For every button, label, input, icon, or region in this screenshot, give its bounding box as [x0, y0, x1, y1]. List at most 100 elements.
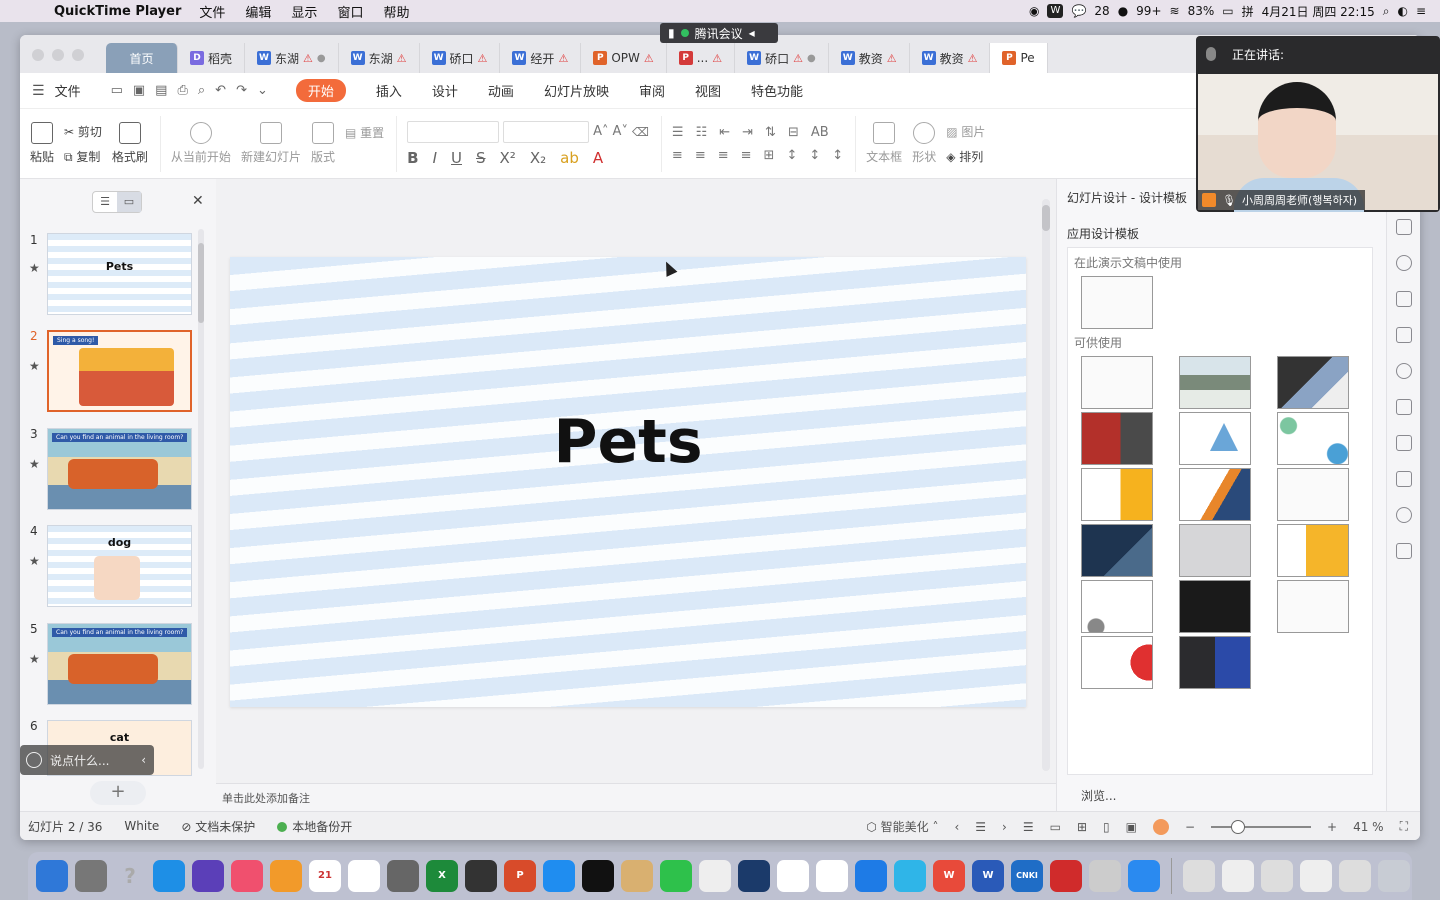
- clear-format-icon[interactable]: ⌫: [632, 125, 649, 139]
- zoom-window-button[interactable]: [72, 49, 84, 61]
- books-icon[interactable]: [270, 860, 302, 892]
- open-folder-icon[interactable]: ▭: [111, 83, 123, 98]
- tab-document[interactable]: P... ⚠: [667, 43, 736, 73]
- template-thumbnail[interactable]: [1081, 356, 1153, 409]
- recent-document-icon[interactable]: [1183, 860, 1215, 892]
- template-thumbnail[interactable]: [1179, 412, 1251, 465]
- thumbnail-scrollbar[interactable]: [198, 229, 204, 769]
- app-name-menu[interactable]: QuickTime Player: [54, 4, 181, 19]
- zoom-in-icon[interactable]: +: [1327, 820, 1337, 834]
- calendar-icon[interactable]: 21: [309, 860, 341, 892]
- current-template-thumbnail[interactable]: [1081, 276, 1153, 329]
- mail-icon[interactable]: [855, 860, 887, 892]
- chat-input-pill[interactable]: 说点什么... ‹: [20, 745, 154, 775]
- tab-slideshow[interactable]: 幻灯片放映: [544, 81, 609, 100]
- backup-status[interactable]: 本地备份开: [277, 818, 352, 835]
- tab-animation[interactable]: 动画: [488, 81, 514, 100]
- slide-view-icon[interactable]: ▭: [117, 192, 141, 212]
- fit-window-icon[interactable]: ⛶: [1400, 819, 1408, 834]
- file-menu[interactable]: 文件: [55, 81, 81, 100]
- history-icon[interactable]: [1396, 507, 1412, 523]
- scrollbar-thumb[interactable]: [198, 243, 204, 323]
- recent-document-icon[interactable]: [1222, 860, 1254, 892]
- textbox-button[interactable]: 文本框: [866, 122, 902, 165]
- copy-format-icon[interactable]: [1396, 399, 1412, 415]
- template-thumbnail[interactable]: [1277, 580, 1349, 633]
- italic-icon[interactable]: I: [433, 149, 437, 167]
- template-thumbnail[interactable]: [1179, 636, 1251, 689]
- close-panel-icon[interactable]: ✕: [192, 193, 204, 209]
- slide-thumbnail-selected[interactable]: Sing a song!: [47, 330, 192, 412]
- contact-photo-icon[interactable]: [1089, 860, 1121, 892]
- customize-chevron-icon[interactable]: ⌄: [257, 83, 268, 98]
- tab-document[interactable]: P OPW ⚠: [581, 43, 667, 73]
- recent-document-icon[interactable]: [1300, 860, 1332, 892]
- layout-button[interactable]: 版式: [311, 122, 335, 165]
- tab-home[interactable]: 首页: [106, 43, 178, 73]
- new-slide-button[interactable]: 新建幻灯片: [241, 122, 301, 165]
- control-center-icon[interactable]: ≡: [1416, 4, 1426, 18]
- hamburger-menu-icon[interactable]: ☰: [32, 83, 45, 99]
- zoom-level[interactable]: 41 %: [1353, 820, 1384, 834]
- music-icon[interactable]: [231, 860, 263, 892]
- minimize-window-button[interactable]: [52, 49, 64, 61]
- font-size-select[interactable]: [503, 120, 590, 143]
- bullets-icon[interactable]: ☰: [672, 125, 684, 140]
- presenter-view-icon[interactable]: ▣: [1126, 820, 1137, 834]
- play-slideshow-icon[interactable]: [1152, 818, 1169, 835]
- comment-icon[interactable]: [1396, 219, 1412, 235]
- template-thumbnail[interactable]: [1179, 524, 1251, 577]
- menu-help[interactable]: 帮助: [383, 2, 409, 21]
- unknown-app-icon[interactable]: ?: [114, 860, 146, 892]
- adjust-icon[interactable]: [1396, 471, 1412, 487]
- cut-button[interactable]: ✂ 剪切: [64, 123, 102, 140]
- archive-utility-icon[interactable]: [621, 860, 653, 892]
- template-thumbnail[interactable]: [1277, 412, 1349, 465]
- app-store-icon[interactable]: [543, 860, 575, 892]
- increase-font-icon[interactable]: A˄: [593, 124, 608, 139]
- battery-icon[interactable]: ▭: [1222, 4, 1233, 18]
- wps-status-icon[interactable]: W: [1047, 4, 1064, 18]
- picture-button[interactable]: ▨ 图片: [946, 123, 985, 140]
- close-window-button[interactable]: [32, 49, 44, 61]
- powerpoint-icon[interactable]: P: [504, 860, 536, 892]
- style-icon[interactable]: [1396, 291, 1412, 307]
- subscript-icon[interactable]: X₂: [530, 149, 546, 167]
- slide-list-icon[interactable]: ☰: [975, 820, 986, 834]
- template-thumbnail[interactable]: [1277, 468, 1349, 521]
- wps-icon[interactable]: W: [933, 860, 965, 892]
- shape-button[interactable]: 形状: [912, 122, 936, 165]
- slide-title[interactable]: Pets: [230, 407, 1026, 477]
- print-preview-icon[interactable]: ⌕: [198, 83, 205, 98]
- collapse-chevron-icon[interactable]: ‹: [141, 753, 146, 767]
- line-spacing-icon[interactable]: ↕: [786, 148, 797, 163]
- meeting-status-badge[interactable]: ▮ 腾讯会议 ◂: [660, 23, 778, 43]
- image-icon[interactable]: [1396, 543, 1412, 559]
- template-thumbnail[interactable]: [1081, 468, 1153, 521]
- edit-icon[interactable]: [1396, 327, 1412, 343]
- chrome-icon[interactable]: [777, 860, 809, 892]
- template-thumbnail[interactable]: [1081, 636, 1153, 689]
- qq-icon[interactable]: [894, 860, 926, 892]
- spacing-menu-icon[interactable]: ↕: [832, 148, 843, 163]
- theme-name[interactable]: White: [124, 819, 159, 833]
- tab-review[interactable]: 审阅: [639, 81, 665, 100]
- tab-document[interactable]: W 硚口 ⚠: [420, 43, 501, 73]
- tab-document[interactable]: W 硚口 ⚠ ●: [735, 43, 829, 73]
- arrange-button[interactable]: ◈ 排列: [946, 148, 985, 165]
- current-slide[interactable]: Pets: [230, 257, 1026, 707]
- quicktime-player-icon[interactable]: [738, 860, 770, 892]
- distribute-icon[interactable]: ⊞: [764, 148, 775, 163]
- clock[interactable]: 4月21日 周四 22:15: [1262, 3, 1375, 20]
- next-slide-icon[interactable]: ›: [1002, 820, 1007, 834]
- add-slide-button[interactable]: +: [90, 781, 146, 805]
- zoom-out-icon[interactable]: −: [1185, 820, 1195, 834]
- play-from-current-button[interactable]: 从当前开始: [171, 122, 231, 165]
- beautify-button[interactable]: ⬡ 智能美化 ˄: [866, 818, 938, 835]
- excel-icon[interactable]: X: [426, 860, 458, 892]
- input-method-icon[interactable]: 拼: [1242, 3, 1254, 20]
- normal-view-icon[interactable]: ▭: [1050, 820, 1061, 834]
- tab-design[interactable]: 设计: [432, 81, 458, 100]
- acrobat-icon[interactable]: [1050, 860, 1082, 892]
- quicktime-icon[interactable]: [465, 860, 497, 892]
